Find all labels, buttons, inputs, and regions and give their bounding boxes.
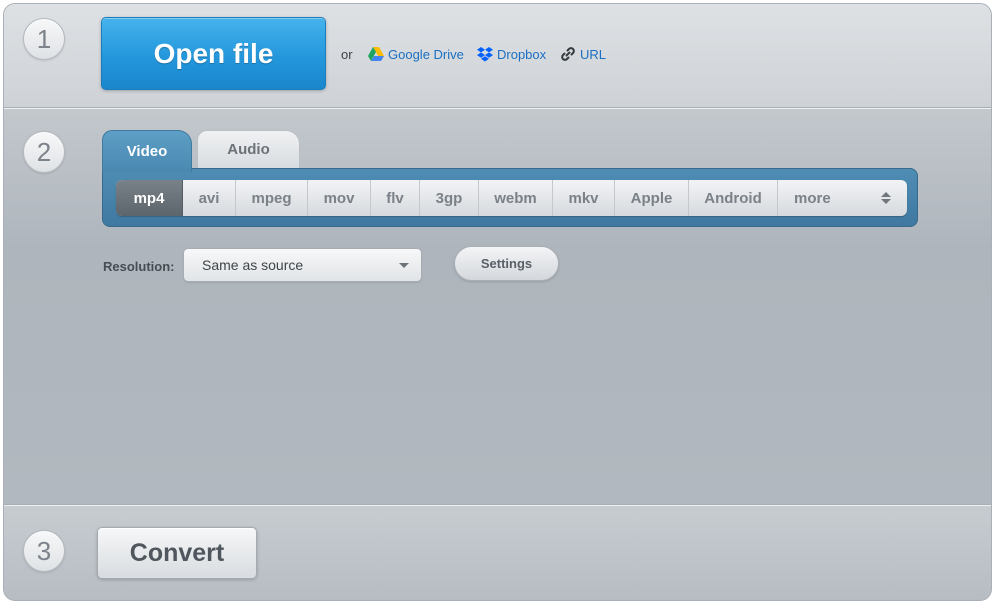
resolution-label: Resolution: [103,259,175,274]
format-more-label: more [794,189,831,207]
chevron-down-icon [399,262,409,268]
section-divider [4,107,991,109]
tab-video[interactable]: Video [102,130,192,172]
url-label: URL [580,46,607,62]
format-3gp[interactable]: 3gp [420,180,479,216]
format-mp4[interactable]: mp4 [116,180,183,216]
format-flv[interactable]: flv [371,180,420,216]
format-mkv[interactable]: mkv [553,180,615,216]
dropbox-icon [477,46,493,61]
google-drive-icon [368,47,384,61]
section-divider [4,504,991,506]
format-webm[interactable]: webm [479,180,553,216]
convert-button[interactable]: Convert [97,527,257,579]
or-label: or [341,47,353,62]
open-file-button[interactable]: Open file [101,17,326,90]
resolution-select[interactable]: Same as source [183,248,422,282]
format-apple[interactable]: Apple [615,180,689,216]
dropbox-label: Dropbox [497,46,547,62]
format-more-select[interactable]: more [778,180,907,216]
step-number-2: 2 [23,131,65,173]
format-mov[interactable]: mov [308,180,371,216]
format-mpeg[interactable]: mpeg [236,180,308,216]
resolution-value: Same as source [202,257,304,273]
format-bar: mp4 avi mpeg mov flv 3gp webm mkv Apple … [116,180,907,216]
format-android[interactable]: Android [689,180,778,216]
step-number-3: 3 [23,530,65,572]
tab-audio[interactable]: Audio [197,130,300,168]
google-drive-label: Google Drive [388,46,464,62]
url-link[interactable]: URL [560,45,606,63]
converter-panel: 1 Open file or Google Drive Dropbox URL [3,3,992,601]
dropbox-link[interactable]: Dropbox [477,45,546,63]
settings-button[interactable]: Settings [454,246,559,281]
up-down-arrows-icon [881,192,891,204]
step-number-1: 1 [23,18,65,60]
google-drive-link[interactable]: Google Drive [368,45,464,63]
link-icon [561,47,575,61]
format-panel: mp4 avi mpeg mov flv 3gp webm mkv Apple … [102,168,918,227]
format-avi[interactable]: avi [183,180,236,216]
